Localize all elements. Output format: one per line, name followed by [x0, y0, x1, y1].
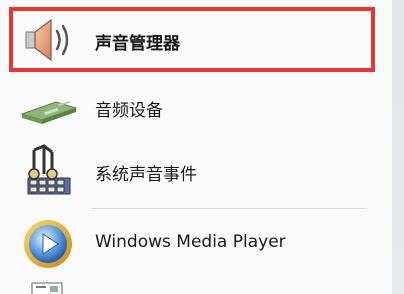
- menu-item-label: Windows Media Player: [95, 232, 286, 252]
- menu-item-partial[interactable]: [0, 278, 392, 294]
- menu-separator: [92, 208, 367, 209]
- speaker-icon: [18, 10, 78, 70]
- menu-item-sound-manager[interactable]: 声音管理器: [0, 8, 392, 72]
- menu-item-audio-devices[interactable]: 音频设备: [0, 78, 392, 134]
- menu-item-label: 音频设备: [95, 101, 163, 121]
- menu-item-label: 系统声音事件: [95, 165, 197, 185]
- menu-item-windows-media-player[interactable]: Windows Media Player: [0, 212, 392, 272]
- scrollbar-gutter: [392, 0, 404, 294]
- system-sounds-icon: [18, 140, 78, 200]
- audio-device-icon: [18, 78, 78, 138]
- document-icon: [18, 280, 78, 294]
- menu-item-label: 声音管理器: [95, 34, 180, 54]
- context-menu: 声音管理器 音频设备 系统声音事件 Windows Media Player: [0, 0, 392, 294]
- menu-item-system-sound-events[interactable]: 系统声音事件: [0, 140, 392, 202]
- media-player-icon: [18, 214, 78, 274]
